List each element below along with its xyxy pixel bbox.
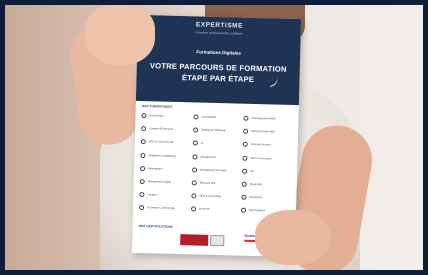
thematique-item: Développement Web	[251, 116, 276, 121]
certification-logo-red	[180, 234, 209, 246]
thematique-item: RH	[250, 169, 254, 173]
right-hand	[255, 210, 330, 265]
item-icon	[242, 155, 248, 161]
item-icon	[242, 168, 248, 174]
item-icon	[141, 113, 147, 119]
thematique-item: Intelligence Artificielle	[201, 128, 226, 133]
item-icon	[141, 126, 147, 132]
thematique-item: Bureautique	[149, 114, 164, 118]
thematique-item: DPO & Cybersécurité	[148, 140, 174, 145]
thematique-item: PAO & Conception	[250, 156, 273, 161]
thematique-item: Référencement Web	[251, 130, 275, 134]
item-icon	[140, 152, 146, 158]
item-icon	[139, 192, 145, 198]
thematique-item: Microsoft 365	[199, 181, 216, 185]
item-icon	[140, 165, 146, 171]
item-icon	[243, 115, 249, 121]
item-icon	[241, 194, 247, 200]
item-icon	[140, 139, 146, 145]
left-hand	[85, 5, 155, 65]
thematique-item: Management Digital	[147, 180, 171, 184]
item-icon	[139, 179, 145, 185]
section-certifications: NOS CERTIFICATIONS	[138, 223, 173, 229]
item-icon	[191, 206, 197, 212]
item-icon	[241, 181, 247, 187]
thematique-item: Formation Commerciale	[147, 206, 175, 211]
thematique-item: Power BI	[199, 207, 210, 212]
thematique-item: SEO & Community	[199, 194, 222, 199]
thematique-item: Web Analytics	[249, 209, 266, 213]
item-icon	[240, 208, 247, 214]
item-icon	[191, 193, 197, 199]
thematique-item: Photoshop	[249, 196, 262, 200]
photo-frame: EXPERTISME formation professionnelle cer…	[5, 5, 423, 270]
thematique-item: Langues	[147, 193, 158, 197]
brochure-kicker: Formations Digitales	[196, 49, 241, 56]
thematique-item: IA	[200, 141, 204, 146]
item-icon	[139, 205, 145, 211]
thematique-item: Réseaux Sociaux	[250, 143, 272, 147]
item-icon	[192, 167, 198, 173]
thematique-item: Management de Projet	[200, 168, 227, 173]
item-icon	[193, 114, 199, 120]
thematique-item: Graphisme & Marketing	[148, 153, 176, 158]
item-icon	[243, 128, 249, 135]
item-icon	[191, 180, 197, 186]
thematique-item: Comptabilité	[201, 115, 216, 119]
certification-logo-grey	[210, 234, 225, 247]
thematique-item: Informatique	[148, 167, 163, 171]
thematique-item: Management	[200, 155, 216, 159]
item-icon	[192, 140, 198, 146]
thematique-item: Création d'Entreprise	[149, 127, 174, 132]
item-icon	[192, 153, 198, 160]
thematique-item: Excel VBA	[249, 182, 263, 187]
section-thematiques: NOS THÉMATIQUES	[141, 104, 173, 109]
item-icon	[242, 142, 248, 148]
item-icon	[193, 127, 199, 133]
brochure-header: EXPERTISME formation professionnelle cer…	[135, 14, 302, 106]
